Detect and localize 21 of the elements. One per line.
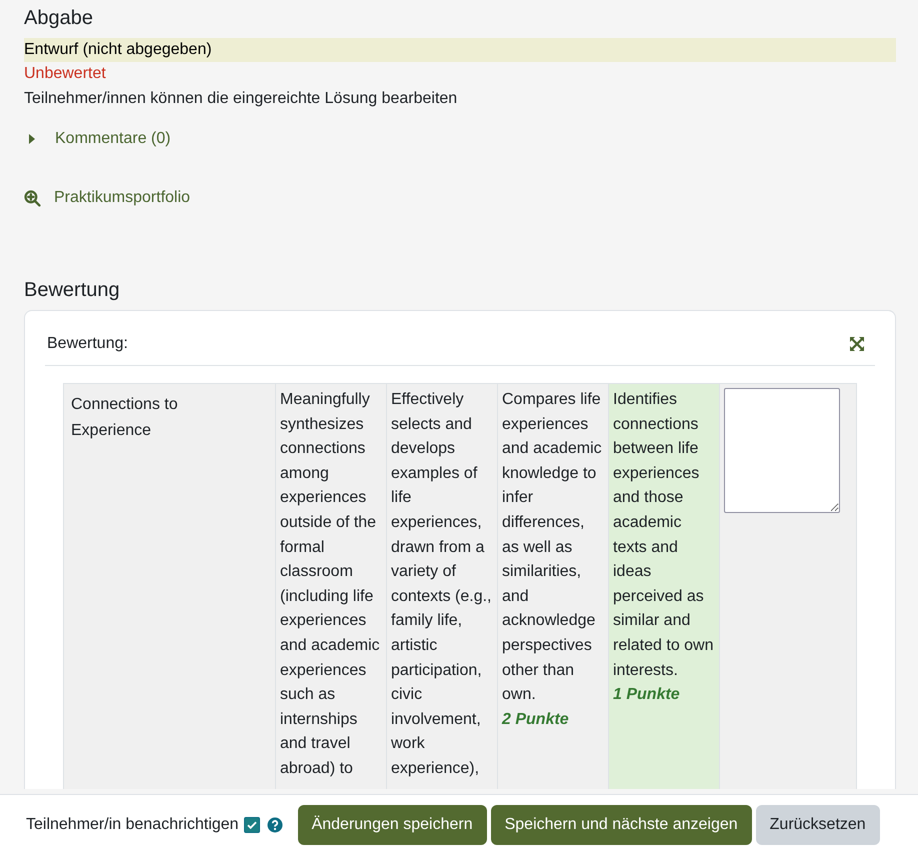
edit-note: Teilnehmer/innen können die eingereichte Lösung bearbeiten — [24, 89, 458, 109]
section-heading: Bewertung — [24, 278, 121, 302]
notify-checkbox[interactable] — [244, 816, 260, 832]
level-cell[interactable]: Effectively selects and develops examples of life experiences, drawn from a variety of contexts (e.g., family life, artistic participation, civic involvement, work experience), — [387, 384, 498, 789]
comments-toggle[interactable]: Kommentare (0) — [24, 128, 171, 150]
grading-label: Bewertung: — [47, 335, 128, 353]
help-icon[interactable] — [266, 816, 283, 832]
level-cell[interactable]: Meaningfully synthesizes connections among experiences outside of the formal classroom (including life experiences and academic experiences such as internships and travel abroad) to — [276, 384, 387, 789]
notify-label: Teilnehmer/in benachrichtigen — [26, 816, 239, 834]
remark-field[interactable] — [724, 388, 840, 513]
file-link[interactable]: Praktikumsportfolio — [24, 187, 190, 209]
fullscreen-icon[interactable] — [849, 336, 865, 352]
submission-status: Entwurf (nicht abgegeben) — [24, 38, 896, 62]
criterion-cell: Connections to Experience — [64, 384, 276, 789]
action-button[interactable]: Änderungen speichern — [298, 804, 487, 844]
action-button[interactable]: Speichern und nächste anzeigen — [490, 804, 752, 844]
section-heading: Abgabe — [24, 6, 94, 30]
grading-status: Unbewertet — [24, 64, 107, 84]
zoom-in-icon — [24, 190, 41, 206]
level-cell[interactable]: Identifies connections between life experiences and those academic texts and ideas perceived as similar and related to own interests. 1 Punkte — [609, 384, 720, 789]
action-button[interactable]: Zurücksetzen — [756, 804, 880, 844]
